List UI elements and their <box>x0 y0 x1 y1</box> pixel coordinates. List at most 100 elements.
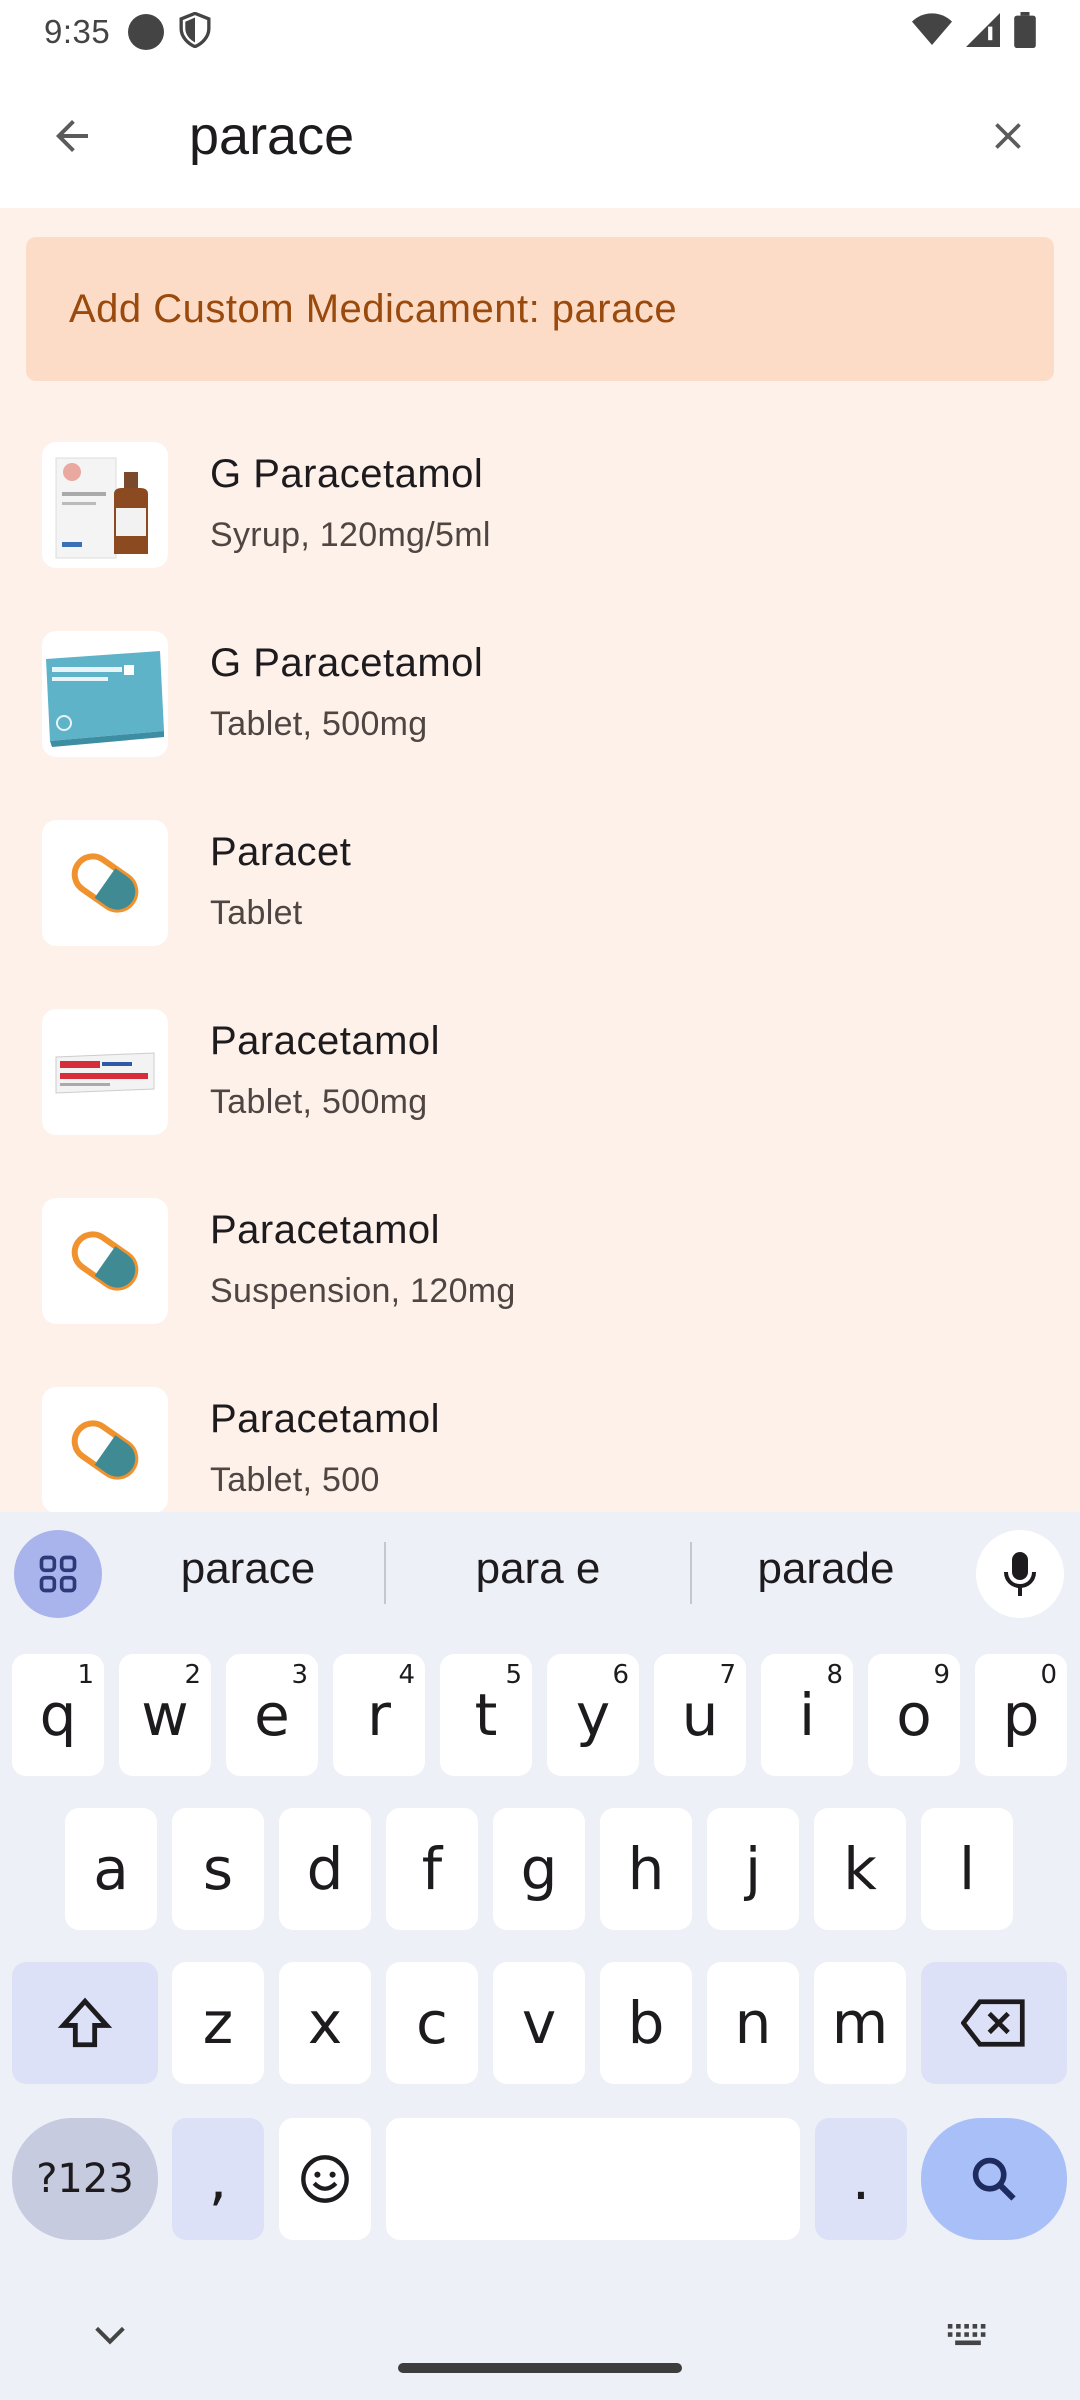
list-item[interactable]: G Paracetamol Tablet, 500mg <box>0 605 1080 794</box>
emoji-key[interactable] <box>279 2118 371 2240</box>
home-indicator[interactable] <box>398 2363 682 2373</box>
item-subtitle: Tablet, 500mg <box>210 705 428 743</box>
item-subtitle: Tablet <box>210 894 303 932</box>
key-k[interactable]: k <box>814 1808 906 1930</box>
pill-icon <box>42 1387 168 1513</box>
key-f[interactable]: f <box>386 1808 478 1930</box>
list-item[interactable]: Paracetamol Tablet, 500mg <box>0 983 1080 1172</box>
key-hint: 8 <box>826 1660 843 1690</box>
key-c[interactable]: c <box>386 1962 478 2084</box>
shield-icon <box>178 11 212 53</box>
suggestion-1[interactable]: parace <box>118 1544 378 1594</box>
key-e[interactable]: e3 <box>226 1654 318 1776</box>
key-y[interactable]: y6 <box>547 1654 639 1776</box>
search-app-bar: parace <box>0 64 1080 208</box>
key-label: q <box>39 1681 77 1749</box>
key-label: p <box>1002 1681 1040 1749</box>
wifi-icon <box>912 13 952 52</box>
keyboard-switch-icon[interactable] <box>946 2322 990 2353</box>
key-o[interactable]: o9 <box>868 1654 960 1776</box>
list-item[interactable]: G Paracetamol Syrup, 120mg/5ml <box>0 416 1080 605</box>
battery-icon <box>1014 12 1036 53</box>
key-u[interactable]: u7 <box>654 1654 746 1776</box>
key-t[interactable]: t5 <box>440 1654 532 1776</box>
keyboard-hide-chevron-icon[interactable] <box>90 2320 130 2355</box>
key-hint: 0 <box>1040 1660 1057 1690</box>
numbers-key[interactable]: ?123 <box>12 2118 158 2240</box>
suggestion-2[interactable]: para e <box>408 1544 668 1594</box>
pill-icon <box>42 1198 168 1324</box>
signal-icon <box>966 13 1000 52</box>
key-hint: 3 <box>291 1660 308 1690</box>
search-key[interactable] <box>921 2118 1067 2240</box>
suggestion-3[interactable]: parade <box>696 1544 956 1594</box>
key-hint: 9 <box>933 1660 950 1690</box>
notification-dot-icon <box>128 14 165 50</box>
period-key[interactable]: . <box>815 2118 907 2240</box>
key-hint: 4 <box>398 1660 415 1690</box>
backspace-key[interactable] <box>921 1962 1067 2084</box>
key-n[interactable]: n <box>707 1962 799 2084</box>
item-subtitle: Syrup, 120mg/5ml <box>210 516 491 554</box>
key-h[interactable]: h <box>600 1808 692 1930</box>
apps-grid-icon[interactable] <box>14 1530 102 1618</box>
item-title: Paracetamol <box>210 1019 441 1063</box>
key-p[interactable]: p0 <box>975 1654 1067 1776</box>
key-hint: 6 <box>612 1660 629 1690</box>
shift-key[interactable] <box>12 1962 158 2084</box>
key-m[interactable]: m <box>814 1962 906 2084</box>
key-l[interactable]: l <box>921 1808 1013 1930</box>
key-hint: 1 <box>77 1660 94 1690</box>
key-x[interactable]: x <box>279 1962 371 2084</box>
results-list: G Paracetamol Syrup, 120mg/5ml G Paracet… <box>0 416 1080 1550</box>
blue-box-photo <box>42 631 168 757</box>
space-key[interactable] <box>386 2118 800 2240</box>
item-title: Paracetamol <box>210 1397 441 1441</box>
key-hint: 7 <box>719 1660 736 1690</box>
syrup-bottle-photo <box>42 442 168 568</box>
search-input[interactable]: parace <box>189 104 354 168</box>
key-label: e <box>254 1681 290 1749</box>
key-label: i <box>798 1681 816 1749</box>
key-q[interactable]: q1 <box>12 1654 104 1776</box>
item-subtitle: Tablet, 500 <box>210 1461 380 1499</box>
arrow-back-icon[interactable] <box>40 104 104 168</box>
comma-key[interactable]: , <box>172 2118 264 2240</box>
divider <box>384 1542 386 1604</box>
add-custom-medicament-button[interactable]: Add Custom Medicament: parace <box>26 237 1054 381</box>
item-title: G Paracetamol <box>210 641 484 685</box>
item-subtitle: Suspension, 120mg <box>210 1272 516 1310</box>
close-icon[interactable] <box>976 104 1040 168</box>
white-box-photo <box>42 1009 168 1135</box>
status-time: 9:35 <box>44 13 111 50</box>
key-i[interactable]: i8 <box>761 1654 853 1776</box>
key-v[interactable]: v <box>493 1962 585 2084</box>
item-title: Paracetamol <box>210 1208 441 1252</box>
microphone-icon[interactable] <box>976 1530 1064 1618</box>
key-d[interactable]: d <box>279 1808 371 1930</box>
key-j[interactable]: j <box>707 1808 799 1930</box>
status-bar: 9:35 <box>0 0 1080 64</box>
key-g[interactable]: g <box>493 1808 585 1930</box>
item-title: G Paracetamol <box>210 452 484 496</box>
key-label: t <box>474 1681 498 1749</box>
on-screen-keyboard: parace para e parade ?123 , . q 1 w 2 e … <box>0 1512 1080 2400</box>
list-item[interactable]: Paracetamol Suspension, 120mg <box>0 1172 1080 1361</box>
list-item[interactable]: Paracet Tablet <box>0 794 1080 983</box>
key-hint: 5 <box>505 1660 522 1690</box>
suggestion-strip: parace para e parade <box>0 1512 1080 1636</box>
key-hint: 2 <box>184 1660 201 1690</box>
divider <box>690 1542 692 1604</box>
key-w[interactable]: w2 <box>119 1654 211 1776</box>
key-label: u <box>681 1681 719 1749</box>
key-label: o <box>896 1681 932 1749</box>
key-label: w <box>141 1681 189 1749</box>
key-z[interactable]: z <box>172 1962 264 2084</box>
key-r[interactable]: r4 <box>333 1654 425 1776</box>
key-s[interactable]: s <box>172 1808 264 1930</box>
pill-icon <box>42 820 168 946</box>
key-a[interactable]: a <box>65 1808 157 1930</box>
key-b[interactable]: b <box>600 1962 692 2084</box>
item-subtitle: Tablet, 500mg <box>210 1083 428 1121</box>
item-title: Paracet <box>210 830 352 874</box>
